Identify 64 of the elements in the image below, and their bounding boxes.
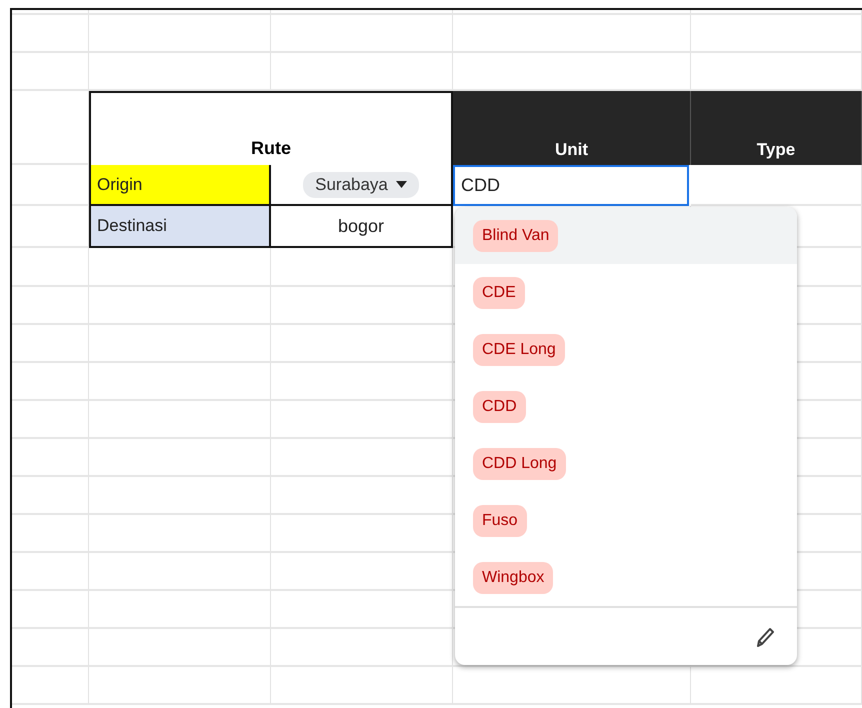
empty-cell[interactable] [271,629,453,667]
empty-cell[interactable] [12,515,89,553]
empty-cell[interactable] [89,15,271,53]
empty-cell[interactable] [271,591,453,629]
empty-cell[interactable] [12,10,89,15]
empty-cell[interactable] [12,477,89,515]
dropdown-option[interactable]: CDD [455,378,797,435]
empty-cell[interactable] [12,401,89,439]
dropdown-option[interactable]: Blind Van [455,207,797,264]
empty-cell[interactable] [271,439,453,477]
empty-cell[interactable] [12,53,89,91]
empty-cell[interactable] [12,629,89,667]
empty-cell[interactable] [89,439,271,477]
empty-cell[interactable] [271,15,453,53]
empty-cell[interactable] [89,477,271,515]
empty-cell[interactable] [89,667,271,705]
dropdown-option[interactable]: CDE [455,264,797,321]
table-cell: bogor [338,216,384,236]
empty-cell[interactable] [271,287,453,325]
empty-cell[interactable] [453,10,691,15]
dropdown-option[interactable]: CDE Long [455,321,797,378]
table-cell: Destinasi [89,206,271,248]
dropdown-chip[interactable]: Surabaya [303,172,419,198]
empty-cell[interactable] [12,325,89,363]
empty-cell[interactable] [453,15,691,53]
empty-cell[interactable] [691,667,862,705]
empty-cell[interactable] [271,477,453,515]
empty-cell[interactable] [271,363,453,401]
dropdown-option[interactable]: CDD Long [455,435,797,492]
empty-cell[interactable] [12,248,89,287]
dropdown-option[interactable]: Fuso [455,492,797,549]
empty-cell[interactable] [89,363,271,401]
empty-cell[interactable] [89,401,271,439]
empty-cell[interactable] [271,515,453,553]
dropdown-option[interactable]: Wingbox [455,549,797,606]
empty-cell[interactable] [12,363,89,401]
empty-cell[interactable] [89,515,271,553]
empty-cell[interactable] [271,10,453,15]
empty-cell[interactable] [89,553,271,591]
empty-cell[interactable] [89,325,271,363]
empty-cell[interactable] [12,287,89,325]
empty-cell[interactable] [89,10,271,15]
empty-cell[interactable] [12,591,89,629]
empty-cell[interactable] [691,15,862,53]
empty-cell[interactable] [271,325,453,363]
caret-icon [396,181,407,188]
empty-cell[interactable] [12,439,89,477]
empty-cell[interactable] [271,401,453,439]
empty-cell[interactable] [453,667,691,705]
empty-cell[interactable] [691,10,862,15]
empty-cell[interactable] [89,287,271,325]
table-header-cell: Rute [89,91,453,165]
empty-cell[interactable] [271,667,453,705]
empty-cell[interactable] [271,553,453,591]
cell-editor-field[interactable]: CDD [453,165,689,206]
table-header-cell: Type [691,91,862,165]
empty-cell[interactable] [12,15,89,53]
table-cell: Origin [89,165,271,206]
empty-cell[interactable] [89,629,271,667]
pencil-icon[interactable] [755,626,775,648]
empty-cell[interactable] [12,667,89,705]
table-header-cell: Unit [453,91,691,165]
empty-cell[interactable] [12,553,89,591]
empty-cell[interactable] [89,591,271,629]
